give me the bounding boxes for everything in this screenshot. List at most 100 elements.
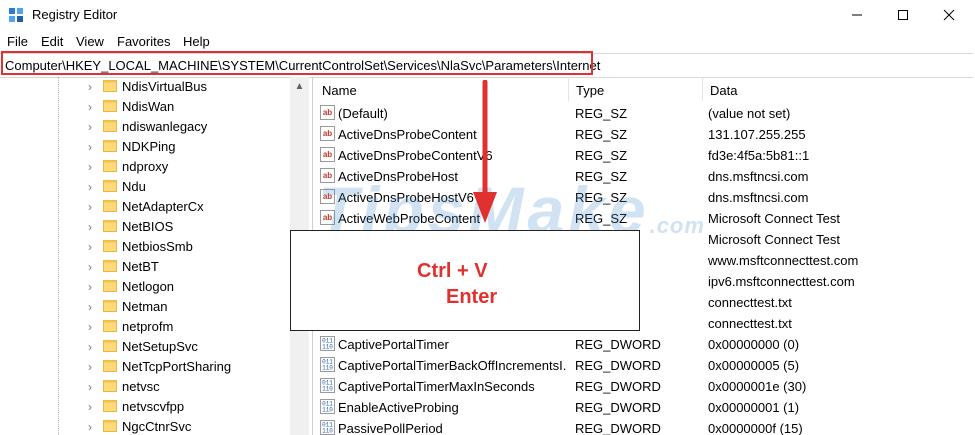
tree-item-label: netprofm <box>122 319 174 334</box>
folder-icon <box>103 260 117 272</box>
menu-edit[interactable]: Edit <box>41 34 63 49</box>
chevron-right-icon[interactable]: › <box>88 300 98 314</box>
tree-item-label: NetSetupSvc <box>122 339 198 354</box>
folder-icon <box>103 280 117 292</box>
tree-item[interactable]: › NetbiosSmb <box>0 237 290 257</box>
value-row[interactable]: 011 110 CaptivePortalTimerMaxInSeconds REG_… <box>314 376 975 397</box>
tree-item[interactable]: › ndiswanlegacy <box>0 117 290 137</box>
menu-help[interactable]: Help <box>183 34 210 49</box>
tree-item-label: netvscvfpp <box>122 399 185 414</box>
scroll-up-button[interactable]: ▲ <box>290 77 309 95</box>
chevron-right-icon[interactable]: › <box>88 140 98 154</box>
dword-value-icon: 011110 <box>320 357 335 372</box>
value-row[interactable]: 011 110 EnableActiveProbing REG_DWORD 0x0000… <box>314 397 975 418</box>
chevron-right-icon[interactable]: › <box>88 380 98 394</box>
chevron-right-icon[interactable]: › <box>88 260 98 274</box>
tree-item[interactable]: › ndproxy <box>0 157 290 177</box>
value-type: REG_DWORD <box>575 421 661 435</box>
column-header-type[interactable]: Type <box>568 77 703 101</box>
folder-icon <box>103 320 117 332</box>
tree-item-label: ndiswanlegacy <box>122 119 208 134</box>
tree-item-label: Netman <box>122 299 168 314</box>
value-row[interactable]: ab ActiveDnsProbeContentV6 REG_SZ fd3e:4f5a… <box>314 145 975 166</box>
value-name: CaptivePortalTimerMaxInSeconds <box>338 379 535 394</box>
svg-text:110: 110 <box>322 386 333 393</box>
tree-item-label: NgcCtnrSvc <box>122 419 192 434</box>
chevron-right-icon[interactable]: › <box>88 80 98 94</box>
value-data: fd3e:4f5a:5b81::1 <box>708 148 810 163</box>
minimize-button[interactable] <box>834 0 880 30</box>
chevron-right-icon[interactable]: › <box>88 220 98 234</box>
svg-text:110: 110 <box>322 365 333 372</box>
chevron-right-icon[interactable]: › <box>88 340 98 354</box>
tree-item[interactable]: › netvsc <box>0 377 290 397</box>
value-data: 0x00000000 (0) <box>708 337 800 352</box>
chevron-right-icon[interactable]: › <box>88 240 98 254</box>
chevron-right-icon[interactable]: › <box>88 320 98 334</box>
folder-icon <box>103 360 117 372</box>
tree-item[interactable]: › NdisVirtualBus <box>0 77 290 97</box>
tree-item[interactable]: › NetAdapterCx <box>0 197 290 217</box>
tree-item[interactable]: › Ndu <box>0 177 290 197</box>
chevron-right-icon[interactable]: › <box>88 360 98 374</box>
chevron-right-icon[interactable]: › <box>88 100 98 114</box>
chevron-right-icon[interactable]: › <box>88 400 98 414</box>
maximize-button[interactable] <box>880 0 926 30</box>
menu-file[interactable]: File <box>7 34 28 49</box>
svg-text:110: 110 <box>322 428 333 435</box>
tree-item-label: NdisWan <box>122 99 175 114</box>
tree-item[interactable]: › netprofm <box>0 317 290 337</box>
tree-item[interactable]: › NDKPing <box>0 137 290 157</box>
tree-item[interactable]: › netvscvfpp <box>0 397 290 417</box>
value-row[interactable]: ab (Default) REG_SZ (value not set) <box>314 103 975 124</box>
tree-item-label: ndproxy <box>122 159 169 174</box>
column-header-data[interactable]: Data <box>702 77 974 101</box>
folder-icon <box>103 160 117 172</box>
tree-item[interactable]: › Netman <box>0 297 290 317</box>
tree-item[interactable]: › Netlogon <box>0 277 290 297</box>
value-name: EnableActiveProbing <box>338 400 459 415</box>
value-type: REG_DWORD <box>575 400 661 415</box>
folder-icon <box>103 80 117 92</box>
tree-item-label: netvsc <box>122 379 160 394</box>
value-data: www.msftconnecttest.com <box>708 253 859 268</box>
value-data: 131.107.255.255 <box>708 127 806 142</box>
column-header-name[interactable]: Name <box>314 77 569 101</box>
folder-icon <box>103 300 117 312</box>
value-type: REG_SZ <box>575 106 628 121</box>
value-data: Microsoft Connect Test <box>708 232 840 247</box>
value-data: 0x00000001 (1) <box>708 400 800 415</box>
chevron-right-icon[interactable]: › <box>88 120 98 134</box>
chevron-right-icon[interactable]: › <box>88 180 98 194</box>
tree-item[interactable]: › NetTcpPortSharing <box>0 357 290 377</box>
folder-icon <box>103 200 117 212</box>
chevron-right-icon[interactable]: › <box>88 200 98 214</box>
tree-item[interactable]: › NetBT <box>0 257 290 277</box>
value-row[interactable]: ab ActiveDnsProbeContent REG_SZ 131.107.255… <box>314 124 975 145</box>
value-name: CaptivePortalTimer <box>338 337 449 352</box>
menu-view[interactable]: View <box>76 34 104 49</box>
svg-text:ab: ab <box>323 129 332 138</box>
tree-item[interactable]: › NdisWan <box>0 97 290 117</box>
value-row[interactable]: 011 110 CaptivePortalTimerBackOffIncrement… <box>314 355 975 376</box>
string-value-icon: ab <box>320 126 335 141</box>
key-tree[interactable]: › NdisVirtualBus › NdisWan › ndiswanlegacy › ND… <box>0 77 313 435</box>
value-data: dns.msftncsi.com <box>708 169 809 184</box>
close-button[interactable] <box>926 0 972 30</box>
menu-favorites[interactable]: Favorites <box>117 34 170 49</box>
tree-item[interactable]: › NetBIOS <box>0 217 290 237</box>
maximize-icon <box>898 10 908 20</box>
value-row[interactable]: 011 110 PassivePollPeriod REG_DWORD 0x000000… <box>314 418 975 435</box>
value-row[interactable]: 011 110 CaptivePortalTimer REG_DWORD 0x00000… <box>314 334 975 355</box>
folder-icon <box>103 120 117 132</box>
tree-item-label: NDKPing <box>122 139 176 154</box>
tree-item-label: NetBT <box>122 259 159 274</box>
tree-item[interactable]: › NetSetupSvc <box>0 337 290 357</box>
chevron-right-icon[interactable]: › <box>88 160 98 174</box>
chevron-right-icon[interactable]: › <box>88 420 98 434</box>
tree-item-label: NetTcpPortSharing <box>122 359 232 374</box>
svg-text:ab: ab <box>323 150 332 159</box>
value-type: REG_DWORD <box>575 337 661 352</box>
chevron-right-icon[interactable]: › <box>88 280 98 294</box>
tree-item[interactable]: › NgcCtnrSvc <box>0 417 290 435</box>
